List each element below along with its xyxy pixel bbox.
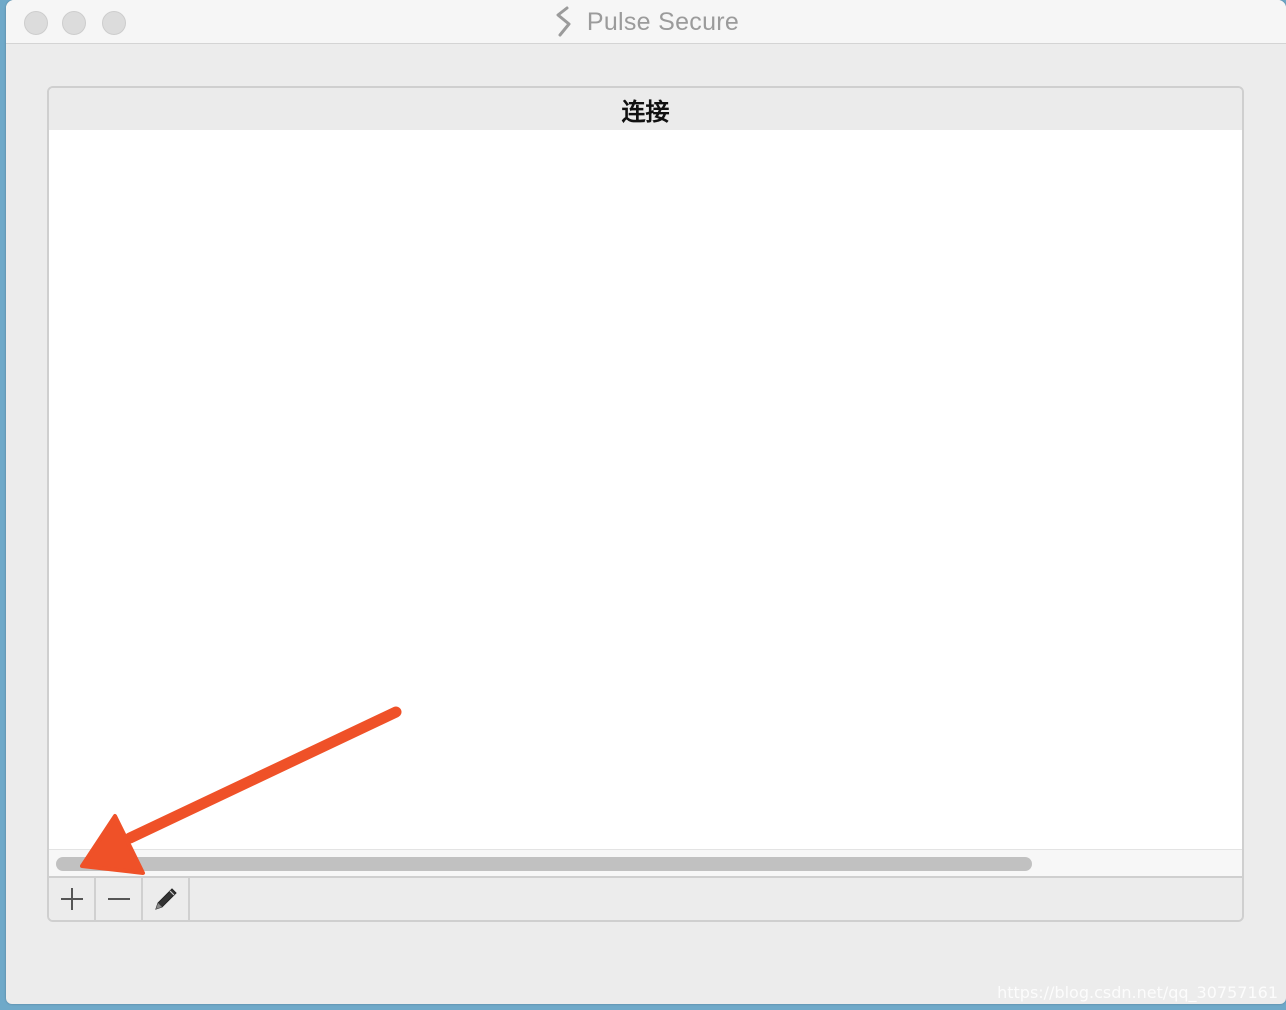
remove-connection-button[interactable] (96, 878, 143, 920)
window-title: Pulse Secure (586, 7, 740, 36)
connections-toolbar (49, 878, 1242, 920)
minus-icon (107, 898, 130, 900)
pencil-icon (154, 888, 177, 910)
connections-list[interactable] (49, 130, 1242, 849)
pulse-secure-window: Pulse Secure 连接 (6, 0, 1286, 1004)
horizontal-scrollbar[interactable] (49, 849, 1242, 878)
edit-connection-button[interactable] (143, 878, 190, 920)
title-bar[interactable]: Pulse Secure (6, 0, 1286, 44)
plus-icon (60, 888, 83, 910)
add-connection-button[interactable] (49, 878, 96, 920)
pulse-secure-logo-icon (556, 6, 571, 37)
connections-panel: 连接 (47, 86, 1244, 922)
scrollbar-thumb[interactable] (56, 857, 1032, 871)
connections-header: 连接 (49, 88, 1242, 130)
watermark-text: https://blog.csdn.net/qq_30757161 (997, 983, 1278, 1002)
